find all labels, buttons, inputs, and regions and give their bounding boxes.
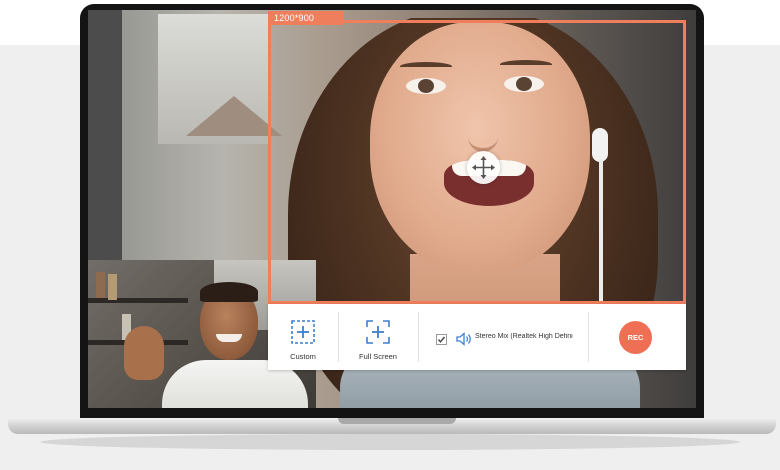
book	[108, 274, 117, 300]
waving-hand	[124, 326, 164, 380]
laptop-notch	[338, 418, 456, 424]
custom-region-icon	[291, 320, 315, 344]
marketing-stage: 1200*900 Custom Full Screen Stereo Mix (…	[0, 0, 780, 470]
audio-source-dropdown[interactable]: Stereo Mix (Realtek High Defini	[475, 333, 581, 340]
full-screen-label: Full Screen	[359, 352, 397, 361]
laptop-shadow	[40, 434, 740, 450]
move-icon-glyph	[472, 156, 495, 179]
background-wall	[88, 10, 122, 262]
man-smile	[216, 334, 242, 342]
book	[96, 272, 105, 298]
full-screen-button[interactable]: Full Screen	[338, 304, 418, 370]
checkbox-icon[interactable]	[436, 334, 447, 345]
speaker-icon	[456, 332, 471, 346]
move-icon[interactable]	[467, 151, 500, 184]
custom-region-button[interactable]: Custom	[268, 304, 338, 370]
man-hair	[200, 282, 258, 302]
capture-size-label: 1200*900	[268, 11, 344, 25]
custom-label: Custom	[290, 352, 316, 361]
divider	[588, 312, 589, 362]
shelf	[88, 298, 188, 303]
laptop-base	[8, 418, 776, 434]
full-screen-icon	[366, 320, 390, 344]
divider	[418, 312, 419, 362]
recording-toolbar: Custom Full Screen Stereo Mix (Realtek H…	[268, 304, 686, 370]
record-button[interactable]: REC	[619, 321, 652, 354]
